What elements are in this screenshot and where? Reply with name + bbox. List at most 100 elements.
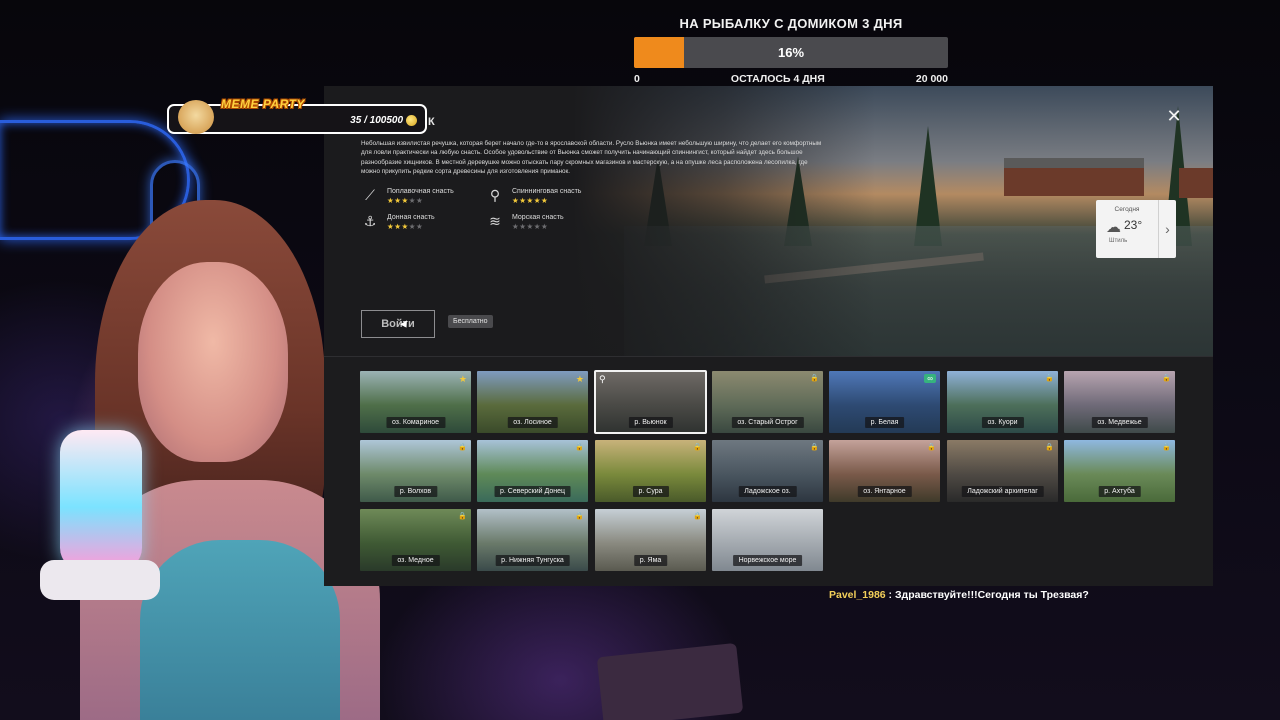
- bottom-rod-icon: ⚓: [363, 213, 377, 229]
- location-description: Небольшая извилистая речушка, которая бе…: [361, 140, 822, 176]
- event-progress-widget: НА РЫБАЛКУ С ДОМИКОМ 3 ДНЯ 16% 0 ОСТАЛОС…: [634, 16, 948, 85]
- tackle-name: Морская снасть: [512, 214, 564, 221]
- location-tile[interactable]: оз. Лосиное ★: [477, 371, 588, 433]
- star-icon: ★: [540, 196, 549, 205]
- streamer-face: [138, 262, 288, 462]
- close-icon[interactable]: ✕: [1166, 107, 1182, 125]
- location-tile[interactable]: р. Северский Донец 🔒: [477, 440, 588, 502]
- microphone-stand: [40, 560, 160, 600]
- infinity-icon: ∞: [924, 374, 936, 383]
- lock-icon: 🔒: [927, 444, 936, 451]
- lock-icon: 🔒: [810, 444, 819, 451]
- weather-temperature: 23°: [1124, 218, 1143, 232]
- sea-rod-icon: ≋: [489, 213, 501, 229]
- location-pin-icon: ⚲: [599, 374, 606, 384]
- location-tile[interactable]: Норвежское море: [712, 509, 823, 571]
- location-tile-label: р. Вьюнок: [628, 417, 673, 428]
- star-icon: ★: [401, 222, 409, 231]
- chevron-right-icon[interactable]: ›: [1158, 200, 1176, 258]
- star-icon: ★: [540, 222, 549, 231]
- tackle-name: Поплавочная снасть: [387, 188, 454, 195]
- location-tile-label: Ладожский архипелаг: [961, 486, 1044, 497]
- event-progress-bar: 16%: [634, 37, 948, 68]
- event-remaining-label: ОСТАЛОСЬ 4 ДНЯ: [730, 73, 825, 85]
- lock-icon: 🔒: [1162, 444, 1171, 451]
- location-tile-label: оз. Куори: [981, 417, 1024, 428]
- location-tile-label: оз. Лосиное: [507, 417, 558, 428]
- lock-icon: 🔒: [575, 513, 584, 520]
- location-tile[interactable]: оз. Старый Острог 🔒: [712, 371, 823, 433]
- location-tile-label: оз. Медвежье: [1091, 417, 1148, 428]
- streamer-shirt: [140, 540, 340, 720]
- meme-party-widget: MEME PARTY 35 / 100500: [167, 97, 427, 134]
- event-title: НА РЫБАЛКУ С ДОМИКОМ 3 ДНЯ: [679, 16, 903, 31]
- star-rating: ★★★★★: [512, 196, 581, 205]
- location-tile[interactable]: р. Белая ∞: [829, 371, 940, 433]
- location-title-partial: К: [428, 116, 435, 128]
- star-rating: ★★★★★: [387, 222, 435, 231]
- location-tile[interactable]: р. Яма 🔒: [595, 509, 706, 571]
- free-badge: Бесплатно: [448, 315, 493, 328]
- meme-party-count: 35 / 100500: [350, 115, 403, 126]
- location-tile-label: р. Нижняя Тунгуска: [495, 555, 570, 566]
- lock-icon: 🔒: [1045, 444, 1054, 451]
- lock-icon: 🔒: [693, 513, 702, 520]
- location-tile-label: р. Северский Донец: [494, 486, 571, 497]
- divider: [324, 356, 1213, 357]
- location-tile-label: р. Белая: [864, 417, 905, 428]
- location-tile[interactable]: р. Сура 🔒: [595, 440, 706, 502]
- weather-day-label: Сегодня: [1114, 206, 1140, 213]
- location-tile[interactable]: оз. Медвежье 🔒: [1064, 371, 1175, 433]
- spinning-rod-icon: ⚲: [489, 187, 501, 203]
- location-tile[interactable]: оз. Янтарное 🔒: [829, 440, 940, 502]
- location-tile[interactable]: р. Вьюнок ⚲: [594, 370, 707, 434]
- lock-icon: 🔒: [575, 444, 584, 451]
- star-icon: ★: [575, 374, 584, 384]
- meme-party-title: MEME PARTY: [221, 97, 305, 111]
- location-tile[interactable]: р. Ахтуба 🔒: [1064, 440, 1175, 502]
- cloud-icon: ☁: [1106, 219, 1121, 236]
- tackle-item: ⟋ Поплавочная снасть ★★★★★: [361, 187, 491, 205]
- weather-condition: Штиль: [1109, 238, 1128, 244]
- lock-icon: 🔒: [810, 375, 819, 382]
- chat-text: : Здравствуйте!!!Сегодня ты Трезвая?: [885, 589, 1089, 601]
- tackle-item: ≋ Морская снасть ★★★★★: [486, 213, 616, 231]
- location-tile[interactable]: р. Волхов 🔒: [360, 440, 471, 502]
- coin-icon: [406, 115, 417, 126]
- location-select-window: Небольшая извилистая речушка, которая бе…: [324, 86, 1213, 586]
- float-rod-icon: ⟋: [365, 187, 375, 203]
- microphone: [60, 430, 142, 570]
- location-tile[interactable]: Ладожский архипелаг 🔒: [947, 440, 1058, 502]
- star-icon: ★: [533, 222, 541, 231]
- location-tile[interactable]: оз. Медное 🔒: [360, 509, 471, 571]
- weather-widget[interactable]: Сегодня ☁ 23° Штиль ›: [1096, 200, 1176, 258]
- location-tile-label: оз. Медное: [391, 555, 440, 566]
- desk-object: [596, 642, 744, 720]
- chat-message: Pavel_1986 : Здравствуйте!!!Сегодня ты Т…: [829, 589, 1089, 601]
- star-icon: ★: [408, 196, 416, 205]
- event-progress-percent: 16%: [777, 45, 805, 60]
- location-tile-label: Ладожское оз.: [738, 486, 797, 497]
- tackle-name: Донная снасть: [387, 214, 435, 221]
- lock-icon: 🔒: [458, 444, 467, 451]
- tackle-name: Спиннинговая снасть: [512, 188, 582, 195]
- star-icon: ★: [526, 196, 534, 205]
- star-rating: ★★★★★: [387, 196, 454, 205]
- event-max-label: 20 000: [915, 73, 948, 85]
- star-icon: ★: [408, 222, 416, 231]
- location-tile-label: оз. Комариное: [385, 417, 446, 428]
- location-tile[interactable]: р. Нижняя Тунгуска 🔒: [477, 509, 588, 571]
- tackle-item: ⚓ Донная снасть ★★★★★: [361, 213, 491, 231]
- star-icon: ★: [533, 196, 541, 205]
- lock-icon: 🔒: [693, 444, 702, 451]
- location-tile-label: оз. Старый Острог: [731, 417, 804, 428]
- tackle-item: ⚲ Спиннинговая снасть ★★★★★: [486, 187, 616, 205]
- location-tile[interactable]: Ладожское оз. 🔒: [712, 440, 823, 502]
- location-tile[interactable]: оз. Комариное ★: [360, 371, 471, 433]
- enter-button[interactable]: Войти: [361, 310, 435, 338]
- location-tile[interactable]: оз. Куори 🔒: [947, 371, 1058, 433]
- star-icon: ★: [526, 222, 534, 231]
- lock-icon: 🔒: [458, 513, 467, 520]
- lock-icon: 🔒: [1162, 375, 1171, 382]
- doge-avatar: [178, 100, 214, 134]
